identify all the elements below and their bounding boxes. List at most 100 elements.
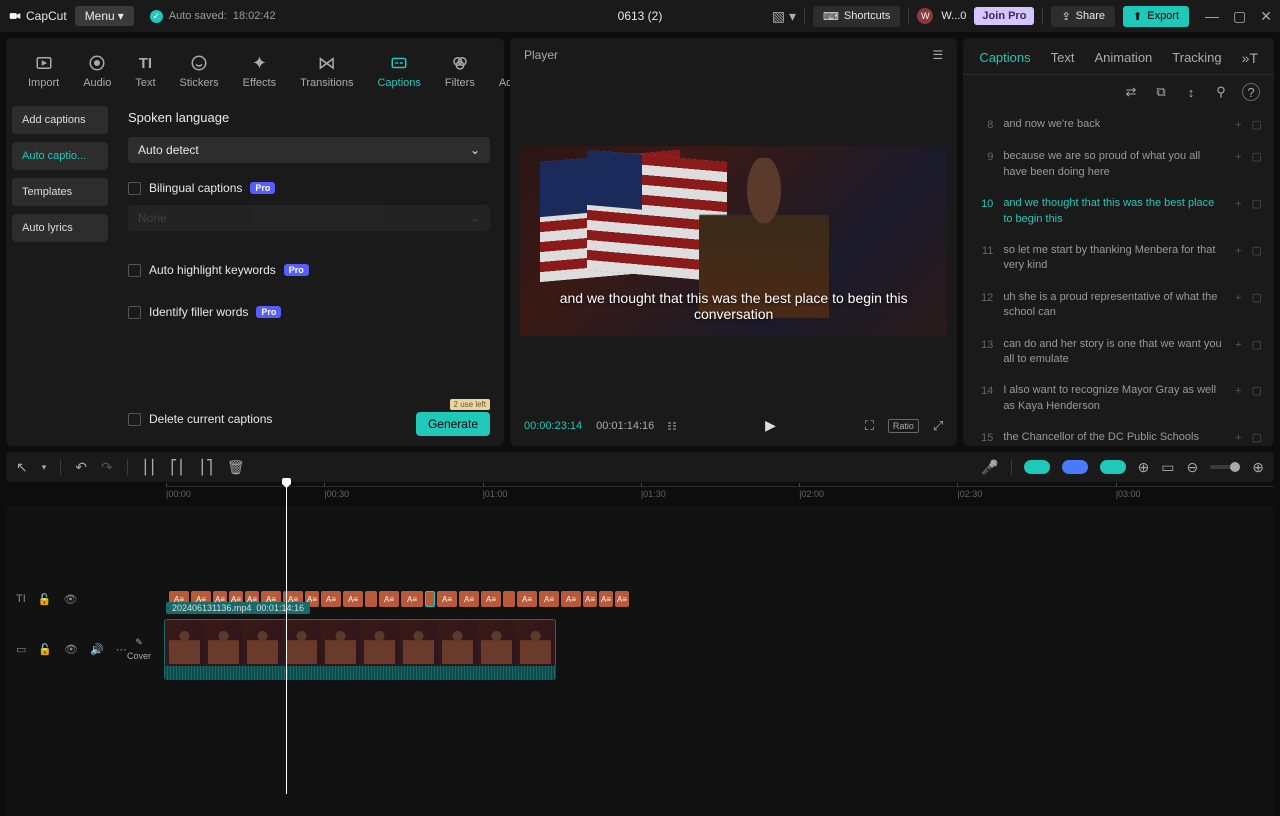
caption-item[interactable]: 9 because we are so proud of what you al… <box>969 141 1268 188</box>
add-icon[interactable]: + <box>1235 197 1241 212</box>
caption-clip[interactable]: A≡ <box>561 591 581 607</box>
play-button[interactable]: ▶ <box>765 417 776 434</box>
tab-stickers[interactable]: Stickers <box>168 49 231 93</box>
sidebar-auto-captions[interactable]: Auto captio... <box>12 142 108 170</box>
caption-clip[interactable]: A≡ <box>437 591 457 607</box>
caption-clip[interactable]: A≡ <box>583 591 597 607</box>
caption-clip[interactable]: A≡ <box>321 591 341 607</box>
add-icon[interactable]: + <box>1235 431 1241 446</box>
timeline-ruler[interactable]: |00:00|00:30|01:00|01:30|02:00|02:30|03:… <box>6 486 1274 506</box>
caption-clip[interactable]: A≡ <box>539 591 559 607</box>
preview-icon[interactable]: ▭ <box>1161 459 1174 476</box>
snap-toggle[interactable] <box>1024 460 1050 474</box>
add-icon[interactable]: + <box>1235 244 1241 259</box>
tabs-more-icon[interactable]: »T <box>1242 50 1258 66</box>
menu-icon[interactable]: ☰ <box>933 48 944 62</box>
generate-button[interactable]: 2 use left Generate <box>416 412 490 436</box>
focus-icon[interactable]: ⛶ <box>865 418 874 434</box>
magnetic-toggle[interactable] <box>1062 460 1088 474</box>
add-icon[interactable]: + <box>1235 291 1241 306</box>
tab-captions[interactable]: Captions <box>365 49 432 93</box>
filler-checkbox[interactable] <box>128 306 141 319</box>
shortcuts-button[interactable]: ⌨ Shortcuts <box>813 6 900 27</box>
delete-icon[interactable]: 🗑 <box>227 459 245 476</box>
split-icon[interactable]: ⎮⎮ <box>142 459 157 476</box>
bilingual-dropdown[interactable]: None ⌄ <box>128 205 490 231</box>
zoom-slider[interactable] <box>1210 465 1240 469</box>
delete-icon[interactable]: ▢ <box>1252 118 1262 133</box>
add-icon[interactable]: + <box>1235 384 1241 399</box>
caption-item[interactable]: 11 so let me start by thanking Menbera f… <box>969 235 1268 282</box>
more-icon[interactable]: ⋯ <box>116 643 127 656</box>
video-track-icon[interactable]: ▭ <box>16 643 26 656</box>
fullscreen-icon[interactable]: ⤢ <box>933 418 943 434</box>
ratio-button[interactable]: Ratio <box>888 419 919 433</box>
caption-clip[interactable]: A≡ <box>481 591 501 607</box>
caption-item[interactable]: 10 and we thought that this was the best… <box>969 188 1268 235</box>
tab-filters[interactable]: Filters <box>433 49 487 93</box>
maximize-icon[interactable]: ▢ <box>1233 8 1246 25</box>
tab-animation-inspector[interactable]: Animation <box>1094 50 1152 66</box>
merge-icon[interactable]: ⧉ <box>1152 83 1170 101</box>
layout-icon[interactable]: ▧ ▾ <box>772 8 796 25</box>
tab-text[interactable]: TIText <box>123 49 167 93</box>
highlight-checkbox[interactable] <box>128 264 141 277</box>
trim-right-icon[interactable]: ⎮⎤ <box>199 459 213 476</box>
align-icon[interactable]: ⊕ <box>1138 459 1150 476</box>
caption-item[interactable]: 15 the Chancellor of the DC Public Schoo… <box>969 422 1268 446</box>
translate-icon[interactable]: ⇄ <box>1122 83 1140 101</box>
visibility-icon[interactable]: 👁 <box>64 643 78 656</box>
redo-icon[interactable]: ↷ <box>101 459 113 476</box>
tab-transitions[interactable]: ⋈Transitions <box>288 49 365 93</box>
zoom-out-icon[interactable]: ⊖ <box>1187 459 1199 476</box>
menu-button[interactable]: Menu ▾ <box>75 6 134 26</box>
caption-clip[interactable]: A≡ <box>343 591 363 607</box>
cursor-dropdown-icon[interactable]: ▾ <box>42 462 47 473</box>
caption-item[interactable]: 8 and now we're back +▢ <box>969 109 1268 141</box>
export-button[interactable]: ⬆ Export <box>1123 6 1189 27</box>
delete-icon[interactable]: ▢ <box>1252 384 1262 399</box>
visibility-icon[interactable]: 👁 <box>63 593 77 606</box>
tab-import[interactable]: Import <box>16 49 71 93</box>
delete-icon[interactable]: ▢ <box>1252 338 1262 353</box>
cursor-tool-icon[interactable]: ↖ <box>16 459 28 476</box>
help-icon[interactable]: ? <box>1242 83 1260 101</box>
tab-audio[interactable]: Audio <box>71 49 123 93</box>
tab-text-inspector[interactable]: Text <box>1051 50 1075 66</box>
caption-item[interactable]: 13 can do and her story is one that we w… <box>969 329 1268 376</box>
language-dropdown[interactable]: Auto detect ⌄ <box>128 137 490 163</box>
delete-icon[interactable]: ▢ <box>1252 431 1262 446</box>
delete-icon[interactable]: ▢ <box>1252 150 1262 165</box>
video-clip[interactable]: 202406131136.mp4 00:01:14:16 <box>164 619 556 680</box>
add-icon[interactable]: + <box>1235 150 1241 165</box>
video-preview[interactable]: and we thought that this was the best pl… <box>520 72 947 409</box>
caption-clip[interactable]: A≡ <box>459 591 479 607</box>
delete-icon[interactable]: ▢ <box>1252 291 1262 306</box>
cover-button[interactable]: ✎ Cover <box>124 624 154 674</box>
delete-icon[interactable]: ▢ <box>1252 197 1262 212</box>
delete-icon[interactable]: ▢ <box>1252 244 1262 259</box>
zoom-in-icon[interactable]: ⊕ <box>1252 459 1264 476</box>
trim-left-icon[interactable]: ⎡⎮ <box>170 459 184 476</box>
caption-clip[interactable]: A≡ <box>379 591 399 607</box>
search-icon[interactable]: ⚲ <box>1212 83 1230 101</box>
caption-clip[interactable] <box>365 591 377 607</box>
close-icon[interactable]: ✕ <box>1260 8 1272 25</box>
mute-icon[interactable]: 🔊 <box>90 643 104 656</box>
undo-icon[interactable]: ↶ <box>75 459 87 476</box>
join-pro-button[interactable]: Join Pro <box>974 7 1034 25</box>
tab-captions-inspector[interactable]: Captions <box>979 50 1030 66</box>
share-button[interactable]: ⇪ Share <box>1051 6 1115 27</box>
caption-item[interactable]: 12 uh she is a proud representative of w… <box>969 282 1268 329</box>
caption-clip[interactable]: A≡ <box>517 591 537 607</box>
lock-icon[interactable]: 🔓 <box>38 593 52 606</box>
caption-clip[interactable] <box>503 591 515 607</box>
user-avatar[interactable]: W <box>917 8 933 24</box>
caption-clip[interactable]: A≡ <box>615 591 629 607</box>
minimize-icon[interactable]: — <box>1205 8 1219 25</box>
link-toggle[interactable] <box>1100 460 1126 474</box>
tab-effects[interactable]: ✦Effects <box>231 49 288 93</box>
lock-icon[interactable]: 🔓 <box>38 643 52 656</box>
text-track-icon[interactable]: TI <box>16 593 26 606</box>
tab-tracking-inspector[interactable]: Tracking <box>1172 50 1221 66</box>
